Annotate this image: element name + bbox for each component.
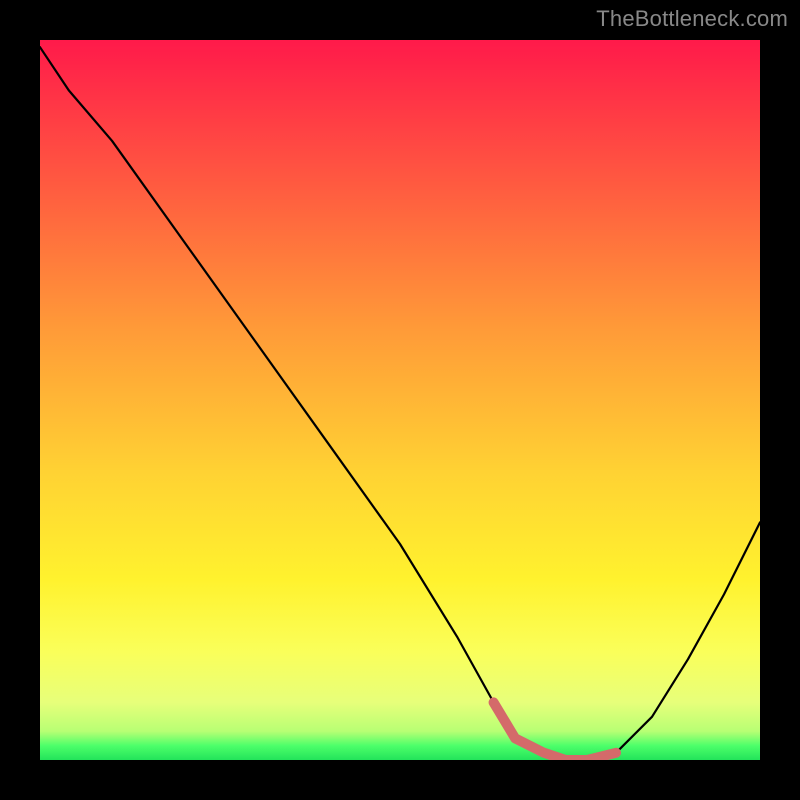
chart-frame: TheBottleneck.com — [0, 0, 800, 800]
watermark-text: TheBottleneck.com — [596, 6, 788, 32]
optimal-range-line — [494, 702, 616, 760]
chart-plot-area — [40, 40, 760, 760]
chart-svg — [40, 40, 760, 760]
bottleneck-line — [40, 47, 760, 760]
